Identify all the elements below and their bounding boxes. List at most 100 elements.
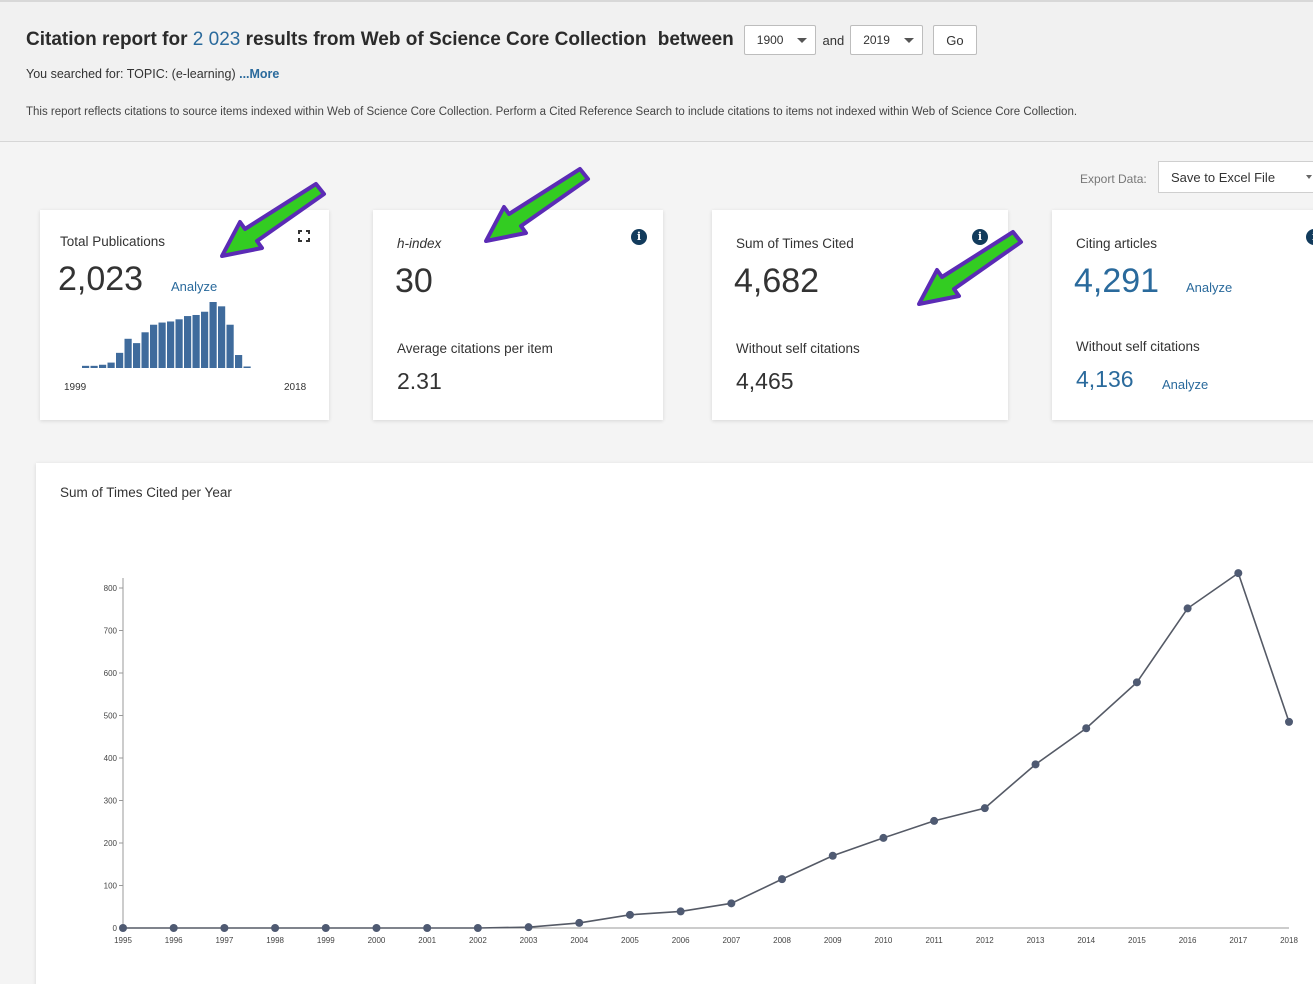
- publications-bar: [124, 338, 132, 368]
- x-tick-label: 2010: [875, 936, 893, 945]
- times-cited-point[interactable]: [575, 918, 584, 927]
- chevron-down-icon: [797, 37, 808, 43]
- title-row: Citation report for 2 023 results from W…: [26, 24, 977, 56]
- analyze-citing-without-self-link[interactable]: Analyze: [1162, 377, 1208, 392]
- avg-citations-label: Average citations per item: [397, 341, 553, 356]
- result-count-link[interactable]: 2 023: [193, 29, 241, 50]
- times-cited-point[interactable]: [524, 923, 533, 932]
- publications-bar: [175, 319, 183, 368]
- times-cited-chart-panel: Sum of Times Cited per Year 0 100 200 300 40…: [36, 463, 1313, 984]
- times-cited-point[interactable]: [1031, 760, 1040, 769]
- times-cited-point[interactable]: [1285, 717, 1293, 726]
- export-select[interactable]: Save to Excel File: [1158, 161, 1313, 193]
- publications-bar: [141, 332, 149, 368]
- citing-articles-label: Citing articles: [1076, 236, 1158, 251]
- publications-bar: [90, 365, 98, 368]
- times-cited-point[interactable]: [930, 816, 939, 825]
- y-tick-label: 100: [104, 882, 118, 891]
- citing-without-self-label: Without self citations: [1076, 339, 1200, 354]
- publications-bar: [133, 343, 141, 368]
- publications-bar: [82, 365, 90, 368]
- times-cited-point[interactable]: [169, 924, 178, 932]
- search-query: You searched for: TOPIC: (e-learning) ..…: [26, 67, 279, 81]
- without-self-citations-value: 4,465: [736, 368, 794, 394]
- sum-times-cited-value: 4,682: [734, 262, 820, 300]
- report-note: This report reflects citations to source…: [26, 106, 1078, 118]
- times-cited-point[interactable]: [1132, 678, 1141, 687]
- publications-bar: [116, 352, 124, 368]
- citing-articles-card: Citing articles i 4,291 Analyze Without …: [1052, 210, 1313, 420]
- times-cited-series-line: [123, 571, 1290, 929]
- y-tick-label: 700: [104, 627, 118, 636]
- more-link[interactable]: ...More: [239, 67, 279, 81]
- citing-without-self-value[interactable]: 4,136: [1076, 366, 1134, 393]
- x-tick-label: 2018: [1280, 936, 1298, 945]
- times-cited-point[interactable]: [676, 907, 685, 916]
- publications-bar: [99, 364, 107, 368]
- title-prefix: Citation report for: [26, 29, 188, 50]
- h-index-label: h-index: [397, 236, 442, 251]
- x-tick-label: 2011: [926, 936, 944, 945]
- x-tick-label: 2013: [1027, 936, 1045, 945]
- page-title: Citation report for 2 023 results from W…: [26, 29, 734, 51]
- citing-articles-value[interactable]: 4,291: [1074, 262, 1159, 301]
- times-cited-point[interactable]: [271, 924, 280, 932]
- publications-bar: [158, 322, 166, 368]
- x-tick-label: 2001: [418, 936, 436, 945]
- x-tick-label: 2006: [672, 936, 690, 945]
- times-cited-point[interactable]: [1082, 724, 1091, 733]
- times-cited-point[interactable]: [423, 924, 432, 932]
- x-tick-label: 2003: [520, 936, 538, 945]
- info-icon[interactable]: i: [1306, 229, 1313, 245]
- y-tick-label: 600: [104, 669, 118, 678]
- searched-text: You searched for: TOPIC: (e-learning): [26, 67, 236, 81]
- publications-bar: [201, 311, 209, 368]
- info-icon[interactable]: i: [631, 229, 647, 245]
- publications-bar: [184, 316, 192, 368]
- times-cited-point[interactable]: [1234, 569, 1243, 578]
- x-tick-label: 2005: [621, 936, 639, 945]
- times-cited-point[interactable]: [321, 924, 330, 932]
- y-tick-label: 500: [104, 712, 118, 721]
- times-cited-point[interactable]: [778, 875, 787, 884]
- from-year-select[interactable]: 1900: [743, 25, 817, 55]
- times-cited-point[interactable]: [372, 924, 381, 932]
- export-selected-value: Save to Excel File: [1171, 169, 1276, 185]
- chevron-down-icon: [903, 37, 914, 43]
- x-tick-label: 1997: [215, 936, 233, 945]
- times-cited-point[interactable]: [727, 899, 736, 908]
- times-cited-point[interactable]: [220, 924, 229, 932]
- x-tick-label: 2008: [773, 936, 791, 945]
- without-self-citations-label: Without self citations: [736, 341, 860, 356]
- times-cited-point[interactable]: [879, 833, 888, 842]
- times-cited-point[interactable]: [625, 910, 634, 919]
- x-tick-label: 2004: [570, 936, 588, 945]
- annotation-arrow: [484, 167, 590, 243]
- publications-bar: [209, 302, 217, 368]
- publications-bar: [107, 362, 115, 368]
- times-cited-point[interactable]: [119, 924, 127, 932]
- publications-bar: [243, 366, 251, 368]
- to-year-select[interactable]: 2019: [850, 25, 923, 55]
- title-suffix: results from Web of Science Core Collect…: [245, 29, 647, 50]
- x-tick-label: 1996: [165, 936, 183, 945]
- go-button[interactable]: Go: [932, 25, 977, 55]
- publications-bar: [235, 355, 243, 368]
- export-label: Export Data:: [1080, 172, 1147, 186]
- bar-end-year: 2018: [284, 382, 307, 393]
- times-cited-point[interactable]: [828, 851, 837, 860]
- publications-bar: [167, 321, 175, 368]
- x-tick-label: 2015: [1128, 936, 1146, 945]
- analyze-citing-link[interactable]: Analyze: [1186, 280, 1232, 295]
- annotation-arrow: [917, 230, 1023, 306]
- h-index-value: 30: [395, 262, 433, 300]
- x-tick-label: 2007: [722, 936, 740, 945]
- times-cited-point[interactable]: [980, 804, 989, 813]
- publications-bar: [218, 306, 226, 368]
- report-header: Citation report for 2 023 results from W…: [0, 0, 1313, 142]
- times-cited-line-chart: 0 100 200 300 400 500 600 700 800 1995 1996 1997 199…: [104, 569, 1298, 945]
- times-cited-point[interactable]: [1183, 604, 1192, 613]
- times-cited-point[interactable]: [473, 924, 482, 932]
- x-tick-label: 2017: [1229, 936, 1247, 945]
- publications-bar: [192, 314, 200, 368]
